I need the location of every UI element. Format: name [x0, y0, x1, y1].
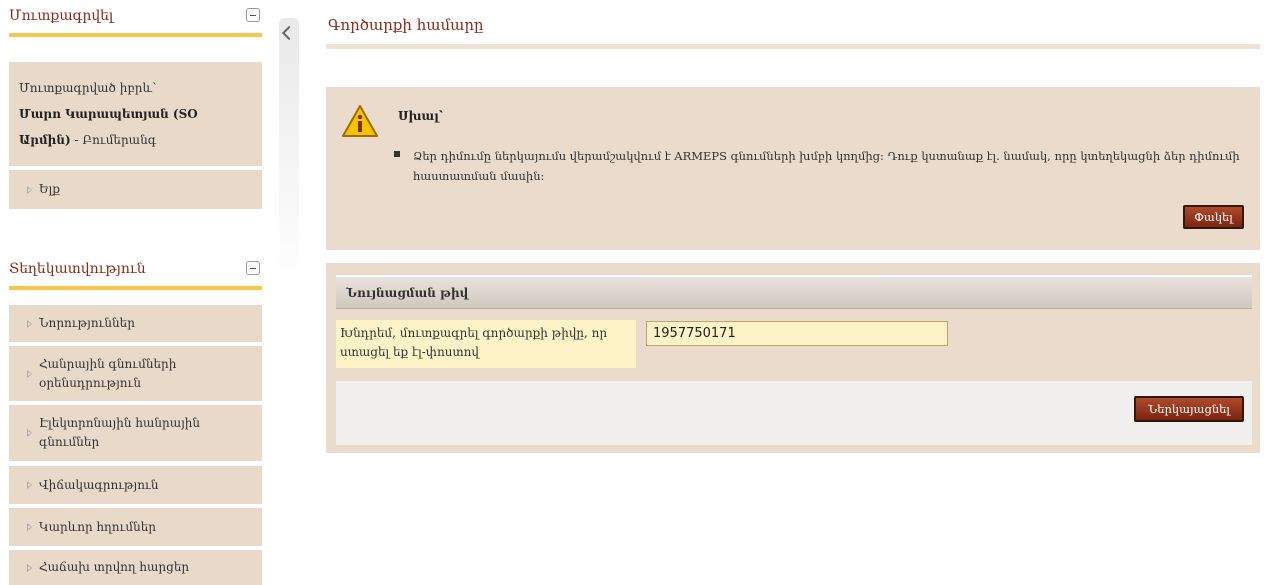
submit-button[interactable]: Ներկայացնել [1134, 396, 1244, 422]
transaction-number-input[interactable] [646, 321, 948, 346]
arrow-right-icon [27, 319, 32, 328]
sidebar-item-label: Կարևոր հղումներ [39, 519, 157, 534]
exit-label: Ելք [39, 182, 60, 196]
sidebar-item-label: Վիճակագրություն [39, 477, 159, 492]
collapse-login-panel-icon[interactable] [246, 8, 260, 22]
title-divider [326, 44, 1260, 49]
sidebar-collapse-tab[interactable] [279, 18, 299, 288]
form-actions-bar [336, 381, 1252, 445]
error-message-box: Սխալ՝ Ձեր դիմումը ներկայումս վերամշակվու… [326, 87, 1260, 250]
logged-in-as-label: Մուտքագրված իբրև՝ [19, 81, 157, 95]
form-header: Նույնացման թիվ [336, 277, 1252, 309]
arrow-right-icon [27, 185, 32, 194]
warning-icon [342, 105, 378, 137]
arrow-right-icon [27, 481, 32, 489]
sidebar-item-news[interactable]: Նորություններ [9, 305, 262, 342]
exit-link[interactable]: Ելք [9, 170, 262, 209]
login-panel-header: Մուտքագրվել [0, 0, 262, 37]
sidebar-item-statistics[interactable]: Վիճակագրություն [9, 466, 262, 504]
sidebar-item-e-procurement[interactable]: Էլեկտրոնային հանրային գնումներ [9, 405, 262, 461]
sidebar-item-legislation[interactable]: Հանրային գնումների օրենսդրություն [9, 346, 262, 401]
sidebar-item-links[interactable]: Կարևոր հղումներ [9, 508, 262, 546]
info-panel-header: Տեղեկատվություն [0, 253, 262, 290]
info-panel-underline [9, 286, 262, 290]
error-text: Ձեր դիմումը ներկայումս վերամշակվում է AR… [413, 149, 1240, 183]
sidebar-item-label: Էլեկտրոնային հանրային գնումներ [39, 416, 201, 449]
login-panel-title: Մուտքագրվել [9, 8, 114, 24]
sidebar-item-faq[interactable]: Հաճախ տրվող հարցեր [9, 550, 262, 585]
login-info-box: Մուտքագրված իբրև՝ Մարո Կարապետյան (SO Ար… [9, 62, 262, 166]
close-button[interactable]: Փակել [1183, 205, 1244, 229]
page-title: Գործարքի համարը [328, 16, 484, 34]
sidebar-item-label: Նորություններ [39, 316, 135, 330]
sidebar-item-label: Հանրային գնումների օրենսդրություն [39, 356, 177, 390]
login-panel-underline [9, 33, 262, 37]
error-label: Սխալ՝ [398, 109, 443, 123]
sidebar-item-label: Հաճախ տրվող հարցեր [39, 560, 190, 574]
arrow-right-icon [27, 369, 32, 378]
identification-form: Նույնացման թիվ Խնդրեմ, մուտքագրել գործար… [326, 263, 1260, 453]
info-panel-title: Տեղեկատվություն [9, 261, 146, 277]
arrow-right-icon [27, 429, 32, 437]
collapse-info-panel-icon[interactable] [246, 261, 260, 275]
arrow-right-icon [27, 523, 32, 531]
user-role: - Բումերանգ [74, 133, 157, 147]
arrow-right-icon [27, 563, 32, 572]
chevron-left-icon [281, 25, 297, 41]
transaction-number-label: Խնդրեմ, մուտքագրել գործարքի թիվը, որ ստա… [336, 320, 636, 368]
bullet-icon [394, 151, 400, 157]
